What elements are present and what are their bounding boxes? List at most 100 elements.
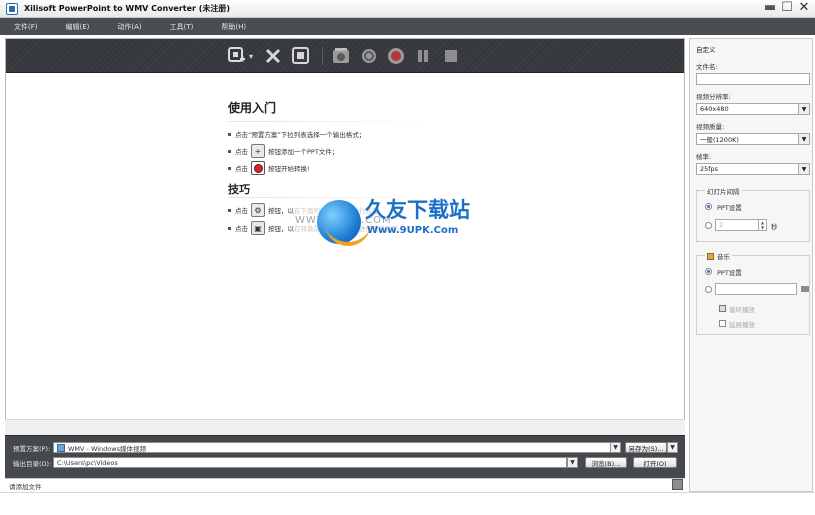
profile-value: WMV - Windows媒体视频 [68,444,146,453]
menu-file[interactable]: 文件(F) [14,22,38,32]
interval-ppt-radio[interactable] [705,203,712,210]
music-ppt-radio[interactable] [705,268,712,275]
remove-icon[interactable] [264,47,282,65]
filename-input[interactable] [696,73,810,85]
music-path-input[interactable] [715,283,797,295]
framerate-select[interactable]: 25fps ▼ [696,163,810,175]
output-dropdown-icon[interactable]: ▼ [567,457,578,468]
profile-select[interactable]: WMV - Windows媒体视频 [53,442,615,453]
getting-started-step-2: 点击 + 按钮添加一个PPT文件； [228,144,338,158]
watermark: WWW.9UPK.COM 久友下载站 Www.9UPK.Com [295,194,525,304]
chevron-down-icon: ▼ [798,164,809,174]
interval-custom-radio[interactable] [705,222,712,229]
resolution-value: 640x480 [700,105,729,113]
bullet [228,149,231,153]
interval-ppt-label: PPT设置 [717,204,742,212]
browse-button[interactable]: 浏览(B)... [585,457,627,468]
save-as-dropdown-icon[interactable]: ▼ [667,442,678,453]
tip-2-post: 按钮，以 [268,225,294,233]
watermark-title: 久友下载站 [365,198,470,222]
menu-action[interactable]: 动作(A) [117,22,141,32]
step-1-text: 点击“预置方案”下拉列表选择一个输出格式； [235,131,366,139]
profile-dropdown-icon[interactable]: ▼ [610,442,621,453]
output-label: 输出目录(D): [13,460,52,468]
step-3-pre: 点击 [235,165,248,173]
properties-icon[interactable] [292,47,310,65]
step-3-post: 按钮开始转换! [268,165,310,173]
music-checkbox[interactable] [707,252,714,260]
menu-tools[interactable]: 工具(T) [170,22,194,32]
record-icon [251,161,265,175]
music-ppt-label: PPT设置 [717,269,742,277]
title-bar: Xilisoft PowerPoint to WMV Converter (未注… [0,0,815,18]
interval-unit: 秒 [771,223,778,231]
tip-1-pre: 点击 [235,207,248,215]
chevron-down-icon: ▼ [798,134,809,144]
bullet [228,132,231,136]
tip-2-pre: 点击 [235,225,248,233]
settings-icon: ⚙ [251,203,265,217]
toolbar: ▾ [6,39,684,73]
getting-started-step-1: 点击“预置方案”下拉列表选择一个输出格式； [228,129,365,139]
loop-checkbox[interactable] [719,305,726,312]
tips-heading: 技巧 [228,183,250,196]
extend-label: 延展播放 [729,321,755,329]
chevron-down-icon: ▼ [798,104,809,114]
menu-help[interactable]: 帮助(H) [221,22,246,32]
window-controls: ▬ ☐ ✕ [763,1,811,15]
divider [228,121,438,122]
music-custom-radio[interactable] [705,286,712,293]
bottom-strip [0,492,815,515]
bullet [228,226,231,230]
stop-icon[interactable] [442,47,460,65]
bullet [228,208,231,212]
quality-select[interactable]: 一般(1200K) ▼ [696,133,810,145]
dropdown-arrow-icon[interactable]: ▾ [246,47,256,65]
close-button[interactable]: ✕ [797,1,811,15]
music-legend: 音乐 [705,251,732,261]
step-2-pre: 点击 [235,148,248,156]
log-icon[interactable] [672,479,683,490]
toolbar-separator [322,47,323,65]
status-bar: 请添加文件 [5,478,685,491]
resolution-label: 视频分辨率: [696,93,731,101]
output-value: C:\Users\pc\Videos [57,458,118,467]
interval-spinner[interactable]: 2 ▲ ▼ [715,219,767,231]
interval-value: 2 [719,221,724,229]
getting-started-heading: 使用入门 [228,101,277,115]
wmv-format-icon [57,443,65,452]
bullet [228,166,231,170]
maximize-button[interactable]: ☐ [780,1,794,15]
quality-value: 一般(1200K) [700,136,739,144]
pause-icon[interactable] [414,47,432,65]
loop-label: 循环播放 [729,306,755,314]
music-group: 音乐 PPT设置 循环播放 延展播放 [696,251,810,335]
framerate-label: 帧率: [696,153,712,161]
framerate-value: 25fps [700,165,719,173]
panel-title: 自定义 [696,46,716,54]
settings-icon[interactable] [360,47,378,65]
folder-icon[interactable] [801,286,809,292]
save-as-button[interactable]: 另存为(S)... [625,442,667,453]
spinner-arrows-icon[interactable]: ▲ ▼ [758,220,766,230]
music-legend-text: 音乐 [717,253,730,261]
snapshot-icon: ▣ [251,221,265,235]
horizontal-scrollbar[interactable] [5,419,685,435]
menu-edit[interactable]: 编辑(E) [66,22,90,32]
app-icon [6,3,18,15]
custom-settings-panel: 自定义 文件名: 视频分辨率: 640x480 ▼ 视频质量: 一般(1200K… [689,38,813,492]
output-folder-select[interactable]: C:\Users\pc\Videos [53,457,567,468]
slide-interval-legend: 幻灯片间隔 [705,186,742,196]
resolution-select[interactable]: 640x480 ▼ [696,103,810,115]
watermark-url: Www.9UPK.Com [367,225,459,236]
menu-bar: 文件(F) 编辑(E) 动作(A) 工具(T) 帮助(H) [0,18,815,35]
status-text: 请添加文件 [9,483,42,491]
extend-checkbox[interactable] [719,320,726,327]
open-button[interactable]: 打开(O) [633,457,677,468]
add-ppt-icon[interactable] [228,47,246,65]
add-ppt-icon: + [251,144,265,158]
profile-label: 预置方案(P): [13,445,51,453]
minimize-button[interactable]: ▬ [763,1,777,15]
record-icon[interactable] [387,47,405,65]
snapshot-icon[interactable] [332,47,350,65]
